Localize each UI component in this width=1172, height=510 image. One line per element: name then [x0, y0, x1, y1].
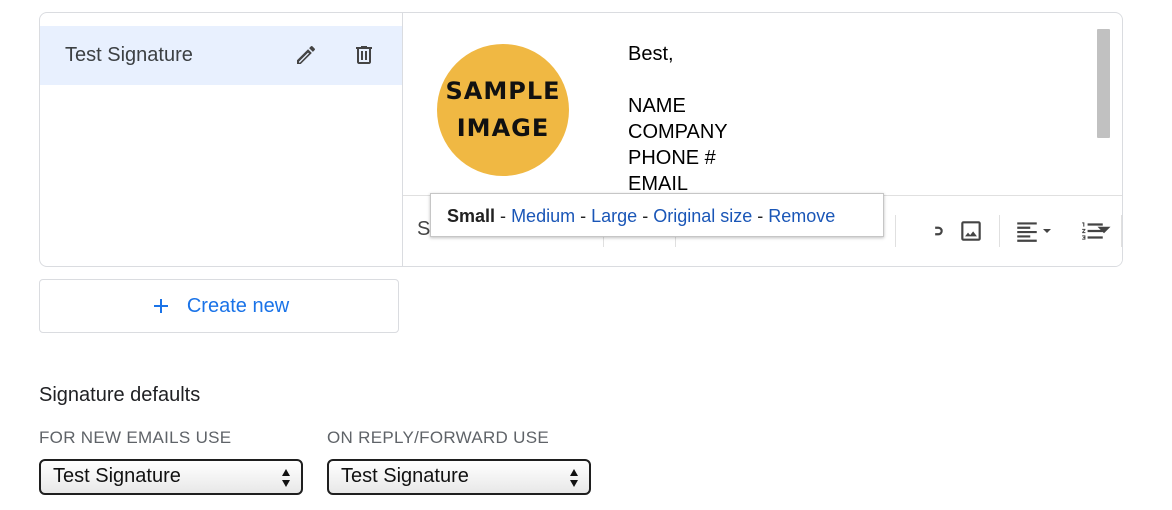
signature-line: PHONE # [628, 147, 716, 169]
updown-arrows-icon [282, 469, 290, 487]
signature-line: NAME [628, 95, 686, 117]
separator: - [500, 206, 507, 226]
toolbar-separator [999, 215, 1000, 247]
signature-list: Test Signature [40, 13, 403, 266]
more-formatting-button[interactable] [1090, 216, 1118, 244]
size-original-link[interactable]: Original size [653, 206, 752, 226]
caret-down-icon [1097, 226, 1111, 234]
insert-image-button[interactable] [957, 217, 985, 245]
separator: - [580, 206, 587, 226]
signature-line: Best, [628, 43, 674, 65]
image-size-popup: Small - Medium - Large - Original size -… [430, 193, 884, 237]
image-text-line1: SAMPLE [445, 77, 561, 105]
link-icon [935, 226, 943, 236]
toolbar-separator [895, 215, 896, 247]
signature-text[interactable]: Best, NAME COMPANY PHONE # EMAIL [628, 41, 728, 195]
signature-line [628, 67, 728, 93]
size-small-option[interactable]: Small [447, 206, 495, 226]
link-button[interactable] [919, 217, 947, 245]
reply-forward-label: ON REPLY/FORWARD USE [327, 428, 549, 447]
signature-image[interactable]: SAMPLE IMAGE [437, 44, 569, 176]
align-left-icon [1017, 222, 1037, 242]
new-emails-label: FOR NEW EMAILS USE [39, 428, 232, 447]
edit-signature-button[interactable] [290, 39, 322, 71]
remove-image-link[interactable]: Remove [768, 206, 835, 226]
select-value: Test Signature [53, 465, 181, 487]
size-large-link[interactable]: Large [591, 206, 637, 226]
create-new-button[interactable]: Create new [39, 279, 399, 333]
editor-scrollbar[interactable] [1097, 29, 1110, 138]
updown-arrows-icon [570, 469, 578, 487]
font-selector[interactable]: S [417, 218, 430, 241]
align-dropdown[interactable] [1039, 217, 1055, 245]
pencil-icon [297, 45, 316, 64]
reply-forward-signature-select[interactable]: Test Signature [327, 459, 591, 495]
signature-line: COMPANY [628, 121, 728, 143]
separator: - [757, 206, 764, 226]
plus-icon [149, 294, 173, 318]
image-text-line2: IMAGE [456, 114, 550, 142]
signature-defaults-title: Signature defaults [39, 384, 201, 406]
signature-editor-content[interactable]: SAMPLE IMAGE Best, NAME COMPANY PHONE # … [403, 13, 1122, 195]
size-medium-link[interactable]: Medium [511, 206, 575, 226]
create-new-label: Create new [186, 294, 290, 317]
new-emails-signature-select[interactable]: Test Signature [39, 459, 303, 495]
signature-list-item[interactable]: Test Signature [40, 26, 402, 85]
trash-icon [356, 46, 372, 64]
delete-signature-button[interactable] [348, 39, 380, 71]
select-value: Test Signature [341, 465, 469, 487]
signature-name: Test Signature [65, 44, 193, 66]
separator: - [642, 206, 649, 226]
caret-down-icon [1043, 229, 1051, 233]
align-button[interactable] [1013, 217, 1041, 245]
image-icon [961, 221, 981, 241]
toolbar-separator [1121, 215, 1122, 247]
signature-line: EMAIL [628, 173, 689, 195]
